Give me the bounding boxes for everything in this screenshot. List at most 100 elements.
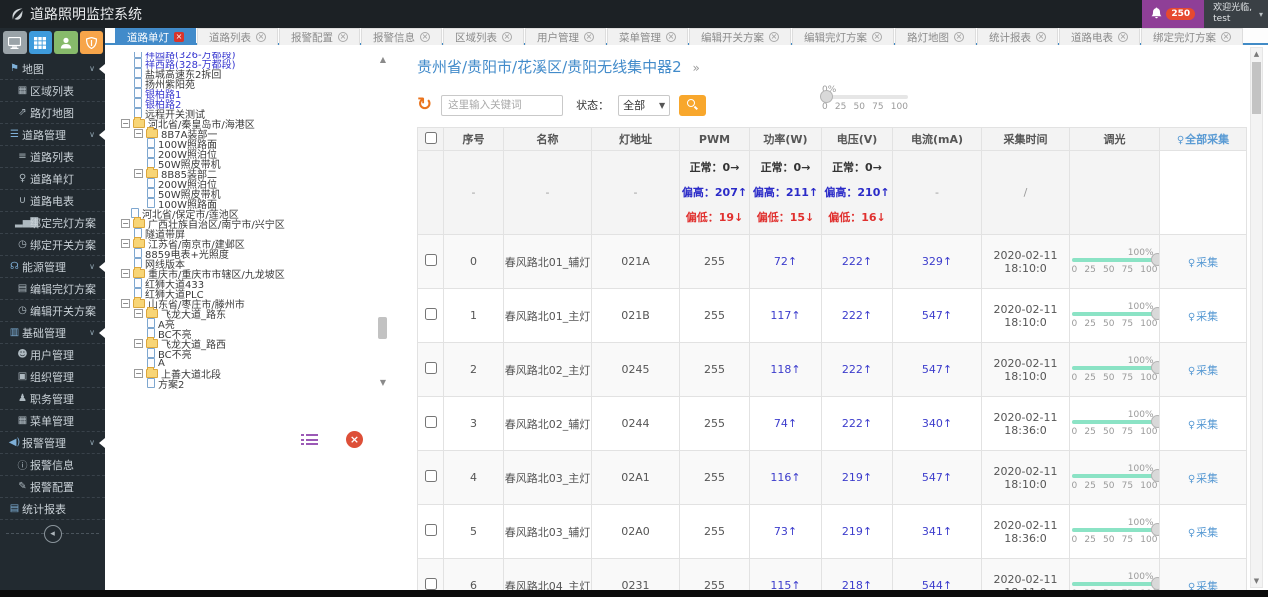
breadcrumb-path[interactable]: 贵州省/贵阳市/花溪区/贵阳无线集中器2 bbox=[417, 58, 682, 76]
sidebar-collapse-button[interactable]: ◂ bbox=[43, 525, 62, 543]
tree-node[interactable]: 50W照皮带机 bbox=[117, 158, 369, 171]
tab-报警配置[interactable]: 报警配置 × bbox=[279, 28, 360, 45]
tree-close-icon[interactable]: × bbox=[346, 431, 363, 448]
tree-scrollbar[interactable]: ▲ ▼ bbox=[377, 55, 389, 387]
user-menu[interactable]: 欢迎光临, test ▾ bbox=[1204, 0, 1268, 28]
tab-编辑开关方案[interactable]: 编辑开关方案 × bbox=[689, 28, 791, 45]
dim-slider[interactable]: 100% 0 25 50 75 100 bbox=[1071, 302, 1159, 329]
tab-道路列表[interactable]: 道路列表 × bbox=[197, 28, 278, 45]
slider-track[interactable] bbox=[1071, 361, 1159, 374]
slider-track[interactable] bbox=[1071, 307, 1159, 320]
tree-node[interactable]: 200W照泊位 bbox=[117, 148, 369, 161]
scroll-down-icon[interactable]: ▼ bbox=[1251, 575, 1262, 587]
sidebar-item-绑定开关方案[interactable]: ◷ 绑定开关方案 bbox=[0, 234, 105, 256]
sidebar-item-报警配置[interactable]: ✎ 报警配置 bbox=[0, 476, 105, 498]
dim-slider[interactable]: 100% 0 25 50 75 100 bbox=[1071, 518, 1159, 545]
tab-统计报表[interactable]: 统计报表 × bbox=[977, 28, 1058, 45]
row-checkbox[interactable] bbox=[424, 362, 437, 374]
slider-track[interactable] bbox=[1071, 253, 1159, 266]
slider-track[interactable] bbox=[1071, 523, 1159, 536]
tab-close-icon[interactable]: × bbox=[338, 32, 348, 42]
status-select[interactable]: 全部 ▼ bbox=[618, 94, 671, 116]
tree-node[interactable]: − 上善大道北段 bbox=[117, 366, 369, 381]
tab-close-icon[interactable]: × bbox=[584, 32, 594, 42]
tree-node[interactable]: − 河北省/秦皇岛市/海港区 bbox=[117, 116, 369, 131]
search-input[interactable] bbox=[441, 94, 564, 116]
tree-node[interactable]: − 山东省/枣庄市/滕州市 bbox=[117, 296, 369, 311]
tree-node[interactable]: A bbox=[117, 358, 369, 369]
tab-报警信息[interactable]: 报警信息 × bbox=[361, 28, 442, 45]
collapse-box-icon[interactable]: − bbox=[134, 128, 143, 138]
tab-路灯地图[interactable]: 路灯地图 × bbox=[895, 28, 976, 45]
collect-all-link[interactable]: ♀全部采集 bbox=[1177, 133, 1229, 146]
tab-close-icon[interactable]: × bbox=[1221, 32, 1231, 42]
tree-node[interactable]: A亮 bbox=[117, 318, 369, 331]
tree-node[interactable]: − 飞龙大道_路西 bbox=[117, 336, 369, 351]
slider-knob[interactable] bbox=[820, 90, 833, 103]
tab-用户管理[interactable]: 用户管理 × bbox=[525, 28, 606, 45]
tab-close-icon[interactable]: × bbox=[420, 32, 430, 42]
dim-slider[interactable]: 100% 0 25 50 75 100 bbox=[1071, 356, 1159, 383]
sidebar-item-道路列表[interactable]: ≡ 道路列表 bbox=[0, 146, 105, 168]
sidebar-item-能源管理[interactable]: ☊ 能源管理 ∨ bbox=[0, 256, 105, 278]
collapse-box-icon[interactable]: − bbox=[121, 268, 130, 278]
dim-slider[interactable]: 100% 0 25 50 75 100 bbox=[1071, 410, 1159, 437]
scroll-up-icon[interactable]: ▲ bbox=[377, 55, 389, 64]
sidebar-item-组织管理[interactable]: ▣ 组织管理 bbox=[0, 366, 105, 388]
dimming-slider[interactable]: 0% 0 25 50 75 100 bbox=[820, 85, 908, 112]
sidebar-item-地图[interactable]: ⚑ 地图 ∨ bbox=[0, 58, 105, 80]
collect-link[interactable]: ♀采集 bbox=[1188, 418, 1218, 431]
slider-track[interactable] bbox=[820, 90, 908, 103]
sidebar-item-路灯地图[interactable]: ⇗ 路灯地图 bbox=[0, 102, 105, 124]
tab-菜单管理[interactable]: 菜单管理 × bbox=[607, 28, 688, 45]
search-button[interactable] bbox=[679, 94, 707, 116]
scroll-up-icon[interactable]: ▲ bbox=[1251, 48, 1262, 60]
refresh-icon[interactable]: ↻ bbox=[417, 96, 432, 114]
collapse-box-icon[interactable]: − bbox=[121, 218, 130, 228]
collapse-box-icon[interactable]: − bbox=[121, 298, 130, 308]
tab-close-icon[interactable]: × bbox=[174, 32, 184, 42]
row-checkbox[interactable] bbox=[424, 254, 437, 266]
collect-link[interactable]: ♀采集 bbox=[1188, 526, 1218, 539]
collect-link[interactable]: ♀采集 bbox=[1188, 364, 1218, 377]
sidebar-item-绑定完灯方案[interactable]: ▂▅▇ 绑定完灯方案 bbox=[0, 212, 105, 234]
sidebar-item-菜单管理[interactable]: ▦ 菜单管理 bbox=[0, 410, 105, 432]
tree-node[interactable]: −8B85装部二 bbox=[117, 166, 369, 181]
row-checkbox[interactable] bbox=[424, 470, 437, 482]
sidebar-item-报警管理[interactable]: ◀) 报警管理 ∨ bbox=[0, 432, 105, 454]
tree-node[interactable]: BC不亮 bbox=[117, 348, 369, 361]
row-checkbox[interactable] bbox=[424, 524, 437, 536]
row-checkbox[interactable] bbox=[424, 416, 437, 428]
sidebar-item-道路单灯[interactable]: ♀ 道路单灯 bbox=[0, 168, 105, 190]
tree-node[interactable]: 200W照泊位 bbox=[117, 178, 369, 191]
scroll-down-icon[interactable]: ▼ bbox=[377, 378, 389, 387]
page-scrollbar-thumb[interactable] bbox=[1252, 62, 1261, 114]
row-checkbox[interactable] bbox=[424, 308, 437, 320]
slider-track[interactable] bbox=[1071, 469, 1159, 482]
tab-close-icon[interactable]: × bbox=[769, 32, 779, 42]
tree-node[interactable]: 方案2 bbox=[117, 378, 369, 389]
collect-link[interactable]: ♀采集 bbox=[1188, 256, 1218, 269]
select-all-checkbox[interactable] bbox=[424, 131, 437, 144]
sidebar-item-用户管理[interactable]: ☻ 用户管理 bbox=[0, 344, 105, 366]
collapse-box-icon[interactable]: − bbox=[121, 238, 130, 248]
sidebar-item-道路电表[interactable]: ∪ 道路电表 bbox=[0, 190, 105, 212]
collapse-box-icon[interactable]: − bbox=[134, 308, 143, 318]
modules-grid-icon[interactable] bbox=[28, 31, 52, 54]
dim-slider[interactable]: 100% 0 25 50 75 100 bbox=[1071, 464, 1159, 491]
slider-track[interactable] bbox=[1071, 577, 1159, 590]
tab-道路单灯[interactable]: 道路单灯 × bbox=[115, 28, 196, 45]
sidebar-item-编辑完灯方案[interactable]: ▤ 编辑完灯方案 bbox=[0, 278, 105, 300]
collapse-box-icon[interactable]: − bbox=[121, 118, 130, 128]
tab-close-icon[interactable]: × bbox=[502, 32, 512, 42]
user-icon[interactable] bbox=[54, 31, 78, 54]
collapse-box-icon[interactable]: − bbox=[134, 368, 143, 378]
sidebar-item-报警信息[interactable]: ⓘ 报警信息 bbox=[0, 454, 105, 476]
sidebar-item-道路管理[interactable]: ☰ 道路管理 ∨ bbox=[0, 124, 105, 146]
sidebar-item-职务管理[interactable]: ♟ 职务管理 bbox=[0, 388, 105, 410]
tab-close-icon[interactable]: × bbox=[1036, 32, 1046, 42]
tab-close-icon[interactable]: × bbox=[954, 32, 964, 42]
tab-道路电表[interactable]: 道路电表 × bbox=[1059, 28, 1140, 45]
sidebar-item-统计报表[interactable]: ▤ 统计报表 bbox=[0, 498, 105, 520]
shield-icon[interactable] bbox=[79, 31, 103, 54]
